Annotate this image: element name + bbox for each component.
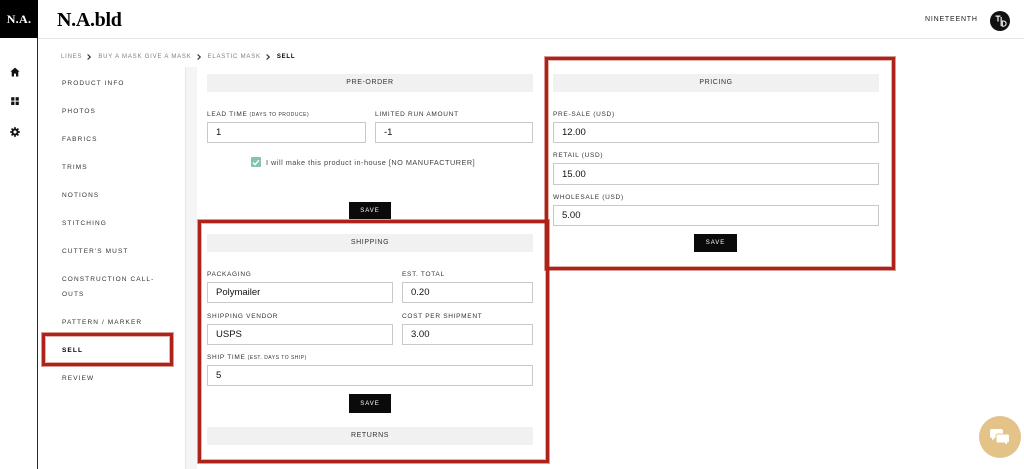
packaging-input[interactable] [207,282,393,303]
limited-run-input[interactable] [375,122,533,143]
product-nav: PRODUCT INFO PHOTOS FABRICS TRIMS NOTION… [62,76,167,399]
est-total-label: EST. TOTAL [402,271,445,278]
shipping-vendor-input[interactable] [207,324,393,345]
nav-item-pattern-marker[interactable]: PATTERN / MARKER [62,315,167,330]
nav-item-review[interactable]: REVIEW [62,371,167,386]
cost-per-shipment-label: COST PER SHIPMENT [402,313,483,320]
nav-item-construction-callouts[interactable]: CONSTRUCTION CALL-OUTS [62,272,167,302]
preorder-save-button[interactable]: SAVE [349,202,391,219]
wholesale-label: WHOLESALE (USD) [553,194,624,201]
nav-item-photos[interactable]: PHOTOS [62,104,167,119]
retail-input[interactable] [553,163,879,185]
limited-run-label: LIMITED RUN AMOUNT [375,111,459,118]
brand-logo[interactable]: N.A.bld [57,8,122,32]
scroll-gutter [186,67,197,469]
shipping-save-button[interactable]: SAVE [349,394,391,413]
breadcrumb-item-product[interactable]: ELASTIC MASK [208,53,261,61]
ship-time-hint: (EST. DAYS TO SHIP) [247,355,307,361]
logo-mark-text: N.A. [6,11,32,26]
shipping-vendor-label: SHIPPING VENDOR [207,313,279,320]
grid-icon[interactable] [10,96,20,106]
checkmark-icon [252,159,260,166]
ship-time-label: SHIP TIME (EST. DAYS TO SHIP) [207,354,307,362]
breadcrumb-item-lines[interactable]: LINES [61,53,82,61]
nav-item-cutters-must[interactable]: CUTTER'S MUST [62,244,167,259]
breadcrumb-item-line[interactable]: BUY A MASK GIVE A MASK [98,53,191,61]
chat-icon [990,428,1010,447]
chevron-right-icon [87,54,92,60]
pre-sale-input[interactable] [553,122,879,143]
returns-section-header: RETURNS [207,427,533,445]
nav-item-trims[interactable]: TRIMS [62,160,167,175]
app-root: N.A. N.A.bld NINETEENTH LINES BUY A MASK… [0,0,1024,469]
in-house-label[interactable]: I will make this product in-house [NO MA… [266,158,475,167]
breadcrumb: LINES BUY A MASK GIVE A MASK ELASTIC MAS… [61,53,295,61]
pre-sale-label: PRE-SALE (USD) [553,111,615,118]
nav-item-sell[interactable]: SELL [62,343,167,358]
wholesale-input[interactable] [553,205,879,226]
nav-item-notions[interactable]: NOTIONS [62,188,167,203]
cost-per-shipment-input[interactable] [402,324,533,345]
nav-item-product-info[interactable]: PRODUCT INFO [62,76,167,91]
shipping-section-header: SHIPPING [207,234,533,252]
pricing-save-button[interactable]: SAVE [694,234,737,252]
rail-divider [37,38,38,469]
breadcrumb-item-current: SELL [276,54,296,60]
user-name[interactable]: NINETEENTH [925,15,978,25]
retail-label: RETAIL (USD) [553,152,604,159]
nav-item-stitching[interactable]: STITCHING [62,216,167,231]
lead-time-label: LEAD TIME (DAYS TO PRODUCE) [207,111,309,119]
lead-time-input[interactable] [207,122,366,143]
pricing-section-header: PRICING [553,74,879,92]
ship-time-input[interactable] [207,365,533,386]
packaging-label: PACKAGING [207,271,252,278]
nav-item-fabrics[interactable]: FABRICS [62,132,167,147]
chat-launcher-button[interactable] [979,416,1021,458]
gear-icon[interactable] [10,127,20,137]
preorder-section-header: PRE-ORDER [207,74,533,92]
lead-time-label-text: LEAD TIME [207,111,248,118]
home-icon[interactable] [10,67,20,77]
avatar[interactable] [990,11,1010,31]
chevron-right-icon [196,54,201,60]
ship-time-label-text: SHIP TIME [207,354,246,361]
est-total-input[interactable] [402,282,533,303]
header-divider [38,38,1024,39]
chevron-right-icon [266,54,270,60]
lead-time-hint: (DAYS TO PRODUCE) [249,112,310,118]
logo-mark[interactable]: N.A. [0,0,38,38]
in-house-checkbox[interactable] [251,157,261,167]
